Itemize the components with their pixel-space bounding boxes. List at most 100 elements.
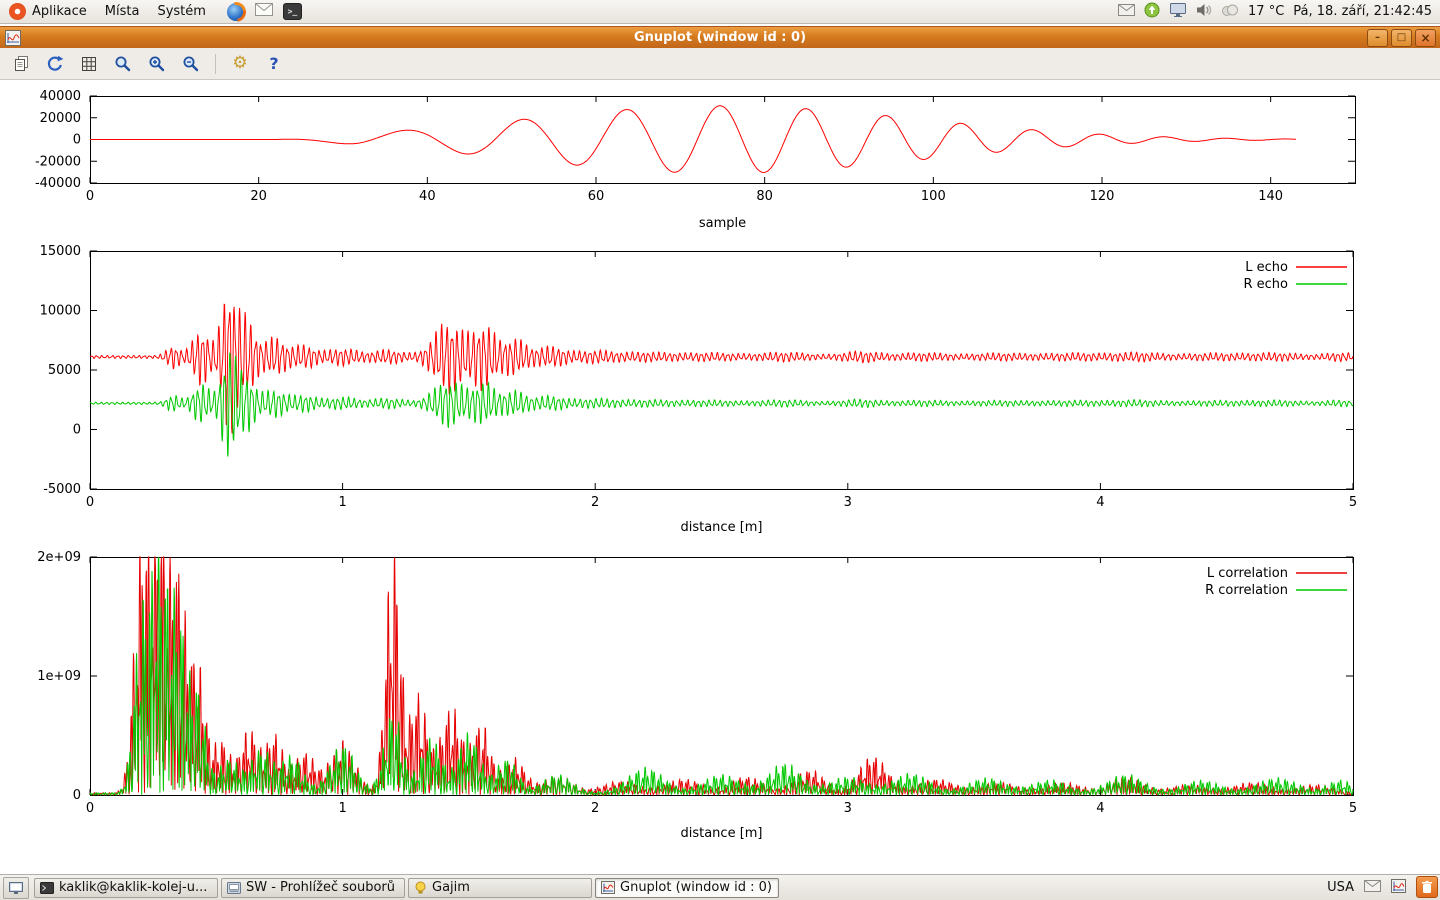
terminal-launcher-icon[interactable] [283,3,302,20]
config-wrench-icon: ⚙ [232,55,247,72]
toolbar-separator [215,54,216,74]
svg-text:0: 0 [86,801,94,816]
menu-applications[interactable]: Aplikace [0,0,96,23]
trash-applet[interactable] [1416,876,1438,898]
svg-text:distance [m]: distance [m] [680,520,762,535]
svg-text:40000: 40000 [40,89,81,104]
plot-canvas-correlation[interactable]: 0 1 2 3 4 5 0 1e+09 2e+09 distance [m] L correlati… [0,547,1440,847]
taskbar: kaklik@kaklik-kolej-u... SW - Prohlížeč … [0,874,1440,900]
replot-icon [46,55,64,73]
svg-text:distance [m]: distance [m] [680,826,762,841]
gnuplot-titlebar[interactable]: Gnuplot (window id : 0) [0,26,1440,48]
svg-text:1e+09: 1e+09 [37,669,81,684]
menu-places[interactable]: Místa [96,0,149,23]
show-desktop-icon [9,882,23,894]
temperature-applet[interactable]: 17 °C [1248,4,1284,19]
menu-applications-label: Aplikace [32,4,87,19]
mail-notification-icon[interactable] [1364,880,1381,896]
svg-text:0: 0 [86,495,94,510]
svg-text:R echo: R echo [1243,277,1288,292]
svg-text:5: 5 [1349,495,1357,510]
updates-icon[interactable] [1144,2,1160,22]
display-icon[interactable] [1169,2,1187,21]
svg-text:2e+09: 2e+09 [37,550,81,565]
svg-text:40: 40 [419,189,436,204]
svg-text:5: 5 [1349,801,1357,816]
svg-text:1: 1 [338,495,346,510]
ubuntu-logo-icon [9,3,26,20]
svg-text:-40000: -40000 [35,176,81,191]
svg-text:L correlation: L correlation [1207,566,1288,581]
copy-button[interactable] [8,51,34,77]
svg-text:1: 1 [338,801,346,816]
help-icon [269,56,278,72]
zoom-previous-icon [114,55,132,73]
firefox-launcher-icon[interactable] [227,3,245,21]
grid-icon [81,56,97,72]
menu-places-label: Místa [105,4,140,19]
svg-text:-20000: -20000 [35,154,81,169]
maximize-button[interactable] [1391,29,1412,47]
file-manager-icon [227,882,241,894]
svg-text:4: 4 [1096,495,1104,510]
svg-text:5000: 5000 [48,363,81,378]
svg-text:4: 4 [1096,801,1104,816]
replot-button[interactable] [42,51,68,77]
grid-button[interactable] [76,51,102,77]
panel-launchers [227,3,302,21]
zoom-out-icon [182,55,200,73]
weather-icon[interactable] [1221,4,1239,20]
clock-applet[interactable]: Pá, 18. září, 21:42:45 [1293,4,1432,19]
zoom-in-button[interactable] [144,51,170,77]
keyboard-layout-indicator[interactable]: USA [1327,880,1354,895]
show-desktop-button[interactable] [3,877,29,899]
volume-icon[interactable] [1196,3,1212,21]
plot-content-area: 020406080100120140-40000-200000200004000… [0,80,1440,874]
mail-launcher-icon[interactable] [255,3,273,20]
close-button[interactable] [1415,29,1436,47]
window-controls [1367,29,1436,47]
svg-text:10000: 10000 [40,304,81,319]
task-button-label: kaklik@kaklik-kolej-u... [59,880,212,895]
svg-text:sample: sample [699,216,746,231]
task-button-gnuplot[interactable]: Gnuplot (window id : 0) [595,878,779,898]
task-button-label: Gajim [432,880,586,895]
gnuplot-toolbar: ⚙ [0,48,1440,80]
svg-text:80: 80 [756,189,773,204]
plot-canvas-sample[interactable]: 020406080100120140-40000-200000200004000… [0,88,1440,238]
task-button-label: SW - Prohlížeč souborů [246,880,399,895]
task-button-gajim[interactable]: Gajim [408,878,592,898]
svg-text:3: 3 [844,495,852,510]
svg-text:0: 0 [73,423,81,438]
terminal-task-icon [40,882,54,894]
task-button-terminal[interactable]: kaklik@kaklik-kolej-u... [34,878,218,898]
svg-text:60: 60 [588,189,605,204]
svg-text:140: 140 [1258,189,1283,204]
mail-tray-icon[interactable] [1118,4,1135,20]
svg-text:R correlation: R correlation [1205,583,1288,598]
svg-text:2: 2 [591,801,599,816]
plot-canvas-echo[interactable]: 012345-5000050001000015000distance [m]L … [0,240,1440,540]
menu-system[interactable]: Systém [148,0,214,23]
zoom-previous-button[interactable] [110,51,136,77]
task-button-label: Gnuplot (window id : 0) [620,880,773,895]
zoom-out-button[interactable] [178,51,204,77]
copy-icon [13,55,30,72]
chart-tray-icon[interactable] [1391,879,1406,897]
svg-text:3: 3 [844,801,852,816]
svg-text:0: 0 [73,788,81,803]
svg-text:0: 0 [86,189,94,204]
svg-text:20000: 20000 [40,111,81,126]
config-button[interactable]: ⚙ [227,51,253,77]
task-button-list: kaklik@kaklik-kolej-u... SW - Prohlížeč … [34,878,779,898]
svg-text:15000: 15000 [40,244,81,259]
menu-system-label: Systém [157,4,205,19]
task-button-file-manager[interactable]: SW - Prohlížeč souborů [221,878,405,898]
svg-text:20: 20 [250,189,267,204]
gnuplot-window-icon [5,30,21,46]
minimize-button[interactable] [1367,29,1388,47]
help-button[interactable] [261,51,287,77]
svg-text:L echo: L echo [1245,260,1288,275]
svg-text:120: 120 [1090,189,1115,204]
gnome-panel: Aplikace Místa Systém 17 °C Pá, 18. září… [0,0,1440,24]
